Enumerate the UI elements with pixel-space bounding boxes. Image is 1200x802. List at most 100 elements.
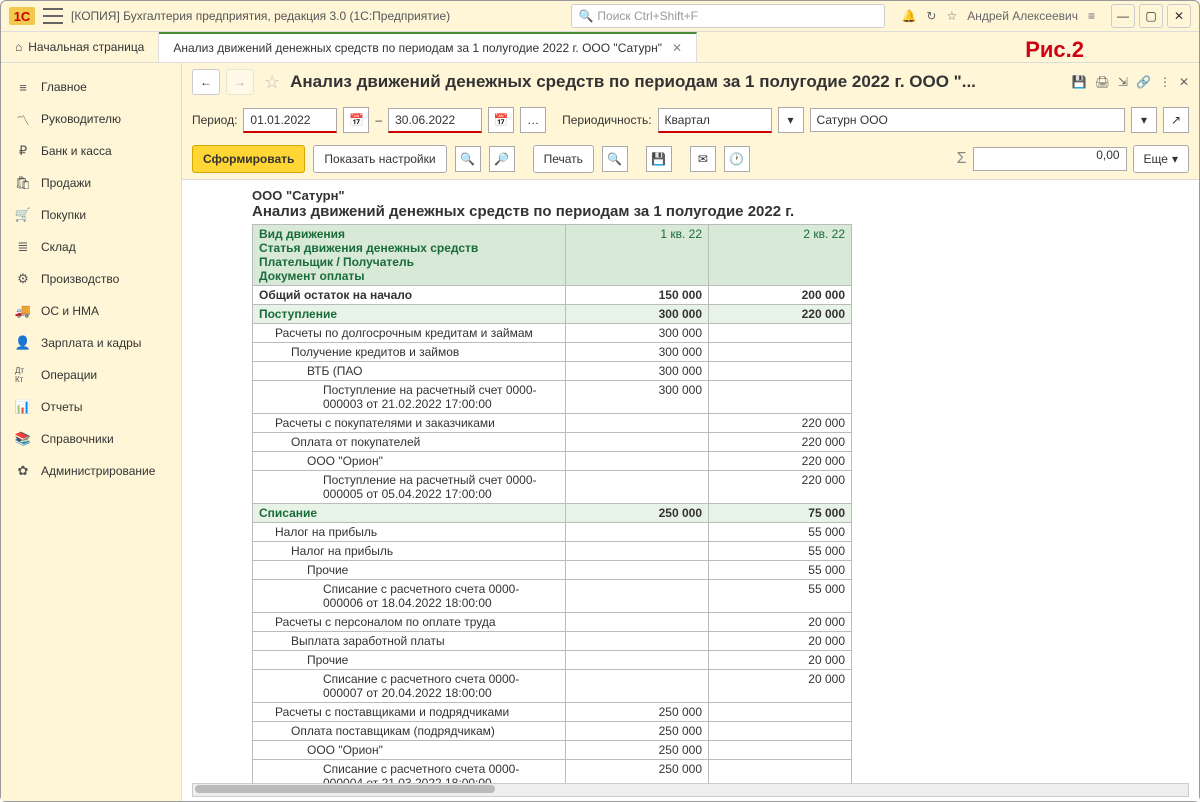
export-icon[interactable]: ⇲ [1118,75,1128,89]
table-row[interactable]: Прочие20 000 [253,651,852,670]
find-next-icon[interactable]: 🔎 [489,146,515,172]
org-open-icon[interactable]: ↗ [1163,107,1189,133]
sidebar-icon: ⚙ [15,271,31,287]
sidebar-item-1[interactable]: 〽 Руководителю [1,103,181,135]
table-row[interactable]: Поступление300 000220 000 [253,305,852,324]
search-input[interactable]: 🔍 Поиск Ctrl+Shift+F [571,4,885,28]
sidebar-label: Склад [41,240,76,254]
sidebar-label: Производство [41,272,119,286]
table-row[interactable]: Расчеты с покупателями и заказчиками220 … [253,414,852,433]
periodicity-dropdown-icon[interactable]: ▾ [778,107,804,133]
form-button[interactable]: Сформировать [192,145,305,173]
sidebar-item-8[interactable]: 👤 Зарплата и кадры [1,327,181,359]
user-menu-icon[interactable]: ≡ [1088,9,1095,23]
tab-close-icon[interactable]: ✕ [672,41,682,55]
periodicity-select[interactable]: Квартал [658,108,772,133]
print-icon[interactable]: 🖨 [1095,75,1110,89]
date-to-input[interactable]: 30.06.2022 [388,108,482,133]
link-icon[interactable]: 🔗 [1136,75,1151,89]
sidebar-item-9[interactable]: Дт КтОперации [1,359,181,391]
nav-back-button[interactable]: ← [192,69,220,95]
maximize-button[interactable]: ▢ [1139,4,1163,28]
search-icon: 🔍 [578,9,593,23]
sidebar-icon: ₽ [15,143,31,159]
table-row[interactable]: Налог на прибыль55 000 [253,523,852,542]
table-row[interactable]: ООО "Орион"220 000 [253,452,852,471]
more-icon[interactable]: ⋮ [1159,75,1171,89]
settings-button[interactable]: Показать настройки [313,145,446,173]
periodicity-label: Периодичность: [562,113,651,127]
sidebar-label: Банк и касса [41,144,112,158]
sidebar-label: Зарплата и кадры [41,336,141,350]
table-row[interactable]: Списание с расчетного счета 0000-000007 … [253,670,852,703]
save-report-icon[interactable]: 💾 [646,146,672,172]
user-label[interactable]: Андрей Алексеевич [967,9,1078,23]
sidebar-item-4[interactable]: 🛒Покупки [1,199,181,231]
print-button[interactable]: Печать [533,145,594,173]
table-row[interactable]: Общий остаток на начало150 000200 000 [253,286,852,305]
table-row[interactable]: Поступление на расчетный счет 0000-00000… [253,471,852,504]
star-icon[interactable]: ☆ [946,9,957,23]
history-icon[interactable]: ↻ [926,9,936,23]
tab-report[interactable]: Анализ движений денежных средств по пери… [159,32,697,62]
sidebar-icon: 〽 [15,111,31,127]
date-from-input[interactable]: 01.01.2022 [243,108,337,133]
sidebar-label: Руководителю [41,112,121,126]
report-table: Вид движенияСтатья движения денежных сре… [252,224,852,783]
table-row[interactable]: Списание250 00075 000 [253,504,852,523]
table-row[interactable]: Расчеты по долгосрочным кредитам и займа… [253,324,852,343]
table-row[interactable]: Получение кредитов и займов300 000 [253,343,852,362]
table-row[interactable]: ООО "Орион"250 000 [253,741,852,760]
horizontal-scrollbar[interactable] [192,783,1189,797]
menu-icon[interactable] [43,8,63,24]
more-button[interactable]: Еще▾ [1133,145,1189,173]
schedule-icon[interactable]: 🕐 [724,146,750,172]
sidebar-item-10[interactable]: 📊Отчеты [1,391,181,423]
sidebar-item-11[interactable]: 📚Справочники [1,423,181,455]
table-row[interactable]: Списание с расчетного счета 0000-000006 … [253,580,852,613]
table-row[interactable]: Налог на прибыль55 000 [253,542,852,561]
bell-icon[interactable]: 🔔 [901,9,916,23]
sidebar-item-3[interactable]: 🛍Продажи [1,167,181,199]
nav-forward-button[interactable]: → [226,69,254,95]
org-input[interactable]: Сатурн ООО [810,108,1125,132]
table-row[interactable]: Оплата от покупателей220 000 [253,433,852,452]
table-row[interactable]: Поступление на расчетный счет 0000-00000… [253,381,852,414]
sigma-icon: Σ [957,150,967,168]
email-icon[interactable]: ✉ [690,146,716,172]
table-row[interactable]: Оплата поставщикам (подрядчикам)250 000 [253,722,852,741]
report-area[interactable]: ООО "Сатурн" Анализ движений денежных ср… [182,180,1199,783]
favorite-icon[interactable]: ☆ [264,72,280,93]
table-row[interactable]: Расчеты с поставщиками и подрядчиками250… [253,703,852,722]
save-icon[interactable]: 💾 [1072,75,1087,89]
sum-input[interactable]: 0,00 [973,147,1127,171]
sidebar-icon: 👤 [15,335,31,351]
report-heading: Анализ движений денежных средств по пери… [252,203,1189,220]
sidebar-item-0[interactable]: ≡Главное [1,71,181,103]
table-row[interactable]: Прочие55 000 [253,561,852,580]
find-icon[interactable]: 🔍 [455,146,481,172]
date-to-calendar-icon[interactable]: 📅 [488,107,514,133]
close-panel-icon[interactable]: ✕ [1179,75,1189,89]
main-panel: ← → ☆ Анализ движений денежных средств п… [181,63,1199,801]
sidebar-item-2[interactable]: ₽ Банк и касса [1,135,181,167]
minimize-button[interactable]: — [1111,4,1135,28]
date-from-calendar-icon[interactable]: 📅 [343,107,369,133]
sidebar-item-12[interactable]: ✿Администрирование [1,455,181,487]
sidebar-icon: ✿ [15,463,31,479]
sidebar-item-7[interactable]: 🚚ОС и НМА [1,295,181,327]
tab-home[interactable]: ⌂ Начальная страница [1,32,159,62]
sidebar-icon: ≡ [15,79,31,95]
org-dropdown-icon[interactable]: ▾ [1131,107,1157,133]
table-row[interactable]: Списание с расчетного счета 0000-000004 … [253,760,852,784]
sidebar-item-6[interactable]: ⚙ Производство [1,263,181,295]
table-row[interactable]: Выплата заработной платы20 000 [253,632,852,651]
sidebar-label: ОС и НМА [41,304,99,318]
preview-icon[interactable]: 🔍 [602,146,628,172]
sidebar-label: Продажи [41,176,91,190]
table-row[interactable]: Расчеты с персоналом по оплате труда20 0… [253,613,852,632]
table-row[interactable]: ВТБ (ПАО300 000 [253,362,852,381]
sidebar-item-5[interactable]: ≣Склад [1,231,181,263]
period-picker-button[interactable]: … [520,107,546,133]
close-button[interactable]: ✕ [1167,4,1191,28]
